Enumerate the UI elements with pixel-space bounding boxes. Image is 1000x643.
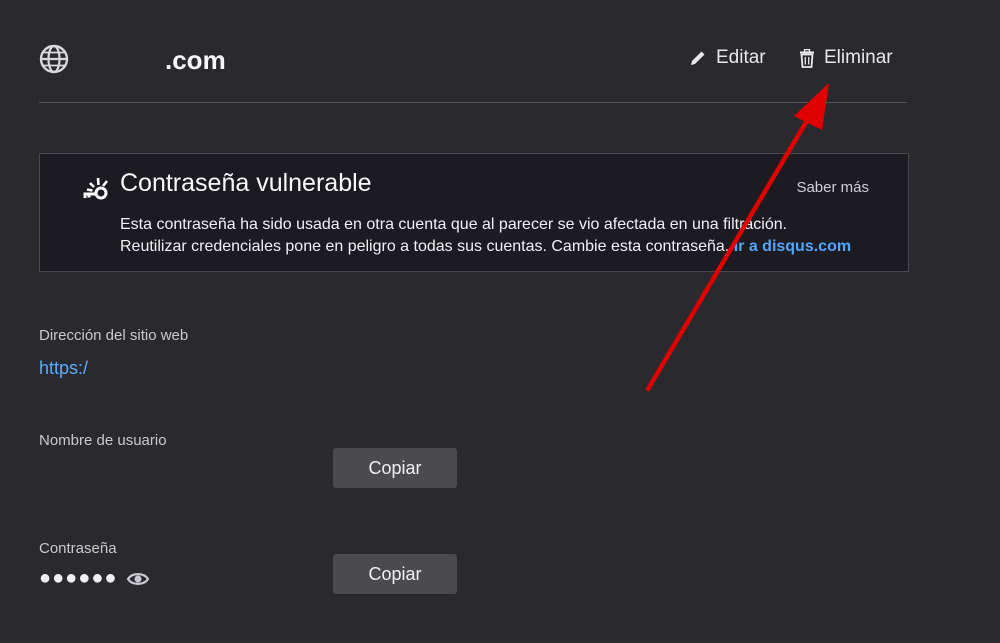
edit-button[interactable]: Editar <box>689 47 766 69</box>
site-title: .com <box>165 45 226 75</box>
password-value: ●●●●●● <box>39 567 118 589</box>
learn-more-link[interactable]: Saber más <box>796 179 869 196</box>
eye-icon[interactable] <box>127 570 149 588</box>
password-label: Contraseña <box>39 540 117 557</box>
alert-message-line-2: Reutilizar credenciales pone en peligro … <box>120 236 851 258</box>
alert-message-line-1: Esta contraseña ha sido usada en otra cu… <box>120 216 788 233</box>
copy-password-button[interactable]: Copiar <box>333 554 457 594</box>
website-url-link[interactable]: https:/ <box>39 358 88 379</box>
header-divider <box>39 102 907 103</box>
login-header: .com Editar Eliminar <box>39 40 907 80</box>
broken-key-icon <box>83 177 109 200</box>
pencil-icon <box>691 51 705 65</box>
alert-message: Esta contraseña ha sido usada en otra cu… <box>120 214 851 258</box>
alert-message-text: Reutilizar credenciales pone en peligro … <box>120 238 730 255</box>
trash-icon <box>800 48 814 68</box>
delete-label: Eliminar <box>824 47 893 68</box>
alert-title: Contraseña vulnerable <box>120 169 372 197</box>
website-label: Dirección del sitio web <box>39 327 189 344</box>
delete-button[interactable]: Eliminar <box>799 47 893 69</box>
copy-username-button[interactable]: Copiar <box>333 448 457 488</box>
edit-label: Editar <box>716 47 766 68</box>
go-to-site-link[interactable]: Ir a disqus.com <box>734 238 851 255</box>
username-label: Nombre de usuario <box>39 432 167 449</box>
globe-icon <box>39 44 69 74</box>
annotation-arrow <box>645 83 829 392</box>
vulnerable-password-alert: Contraseña vulnerable Saber más Esta con… <box>39 153 909 272</box>
